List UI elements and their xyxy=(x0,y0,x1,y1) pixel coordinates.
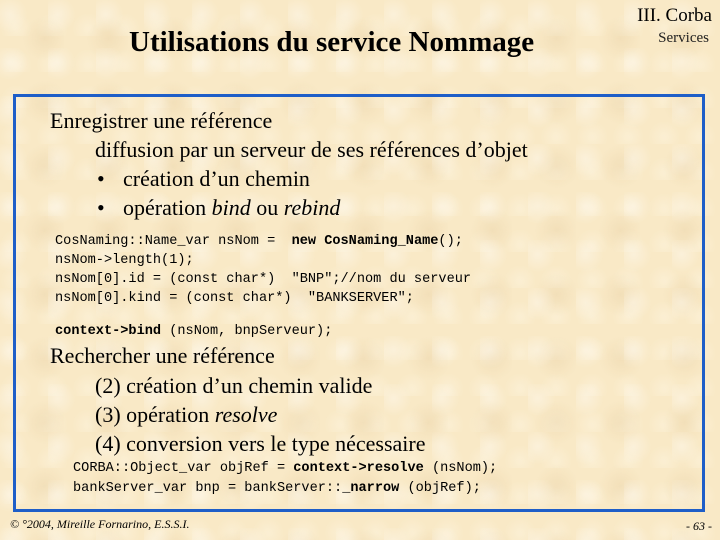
bullet-icon: • xyxy=(97,166,105,191)
code-plain: CosNaming::Name_var nsNom = xyxy=(55,234,292,249)
footer-copyright: © °2004, Mireille Fornarino, E.S.S.I. xyxy=(10,517,190,531)
code-bold: context->resolve xyxy=(293,461,424,476)
register-description: diffusion par un serveur de ses référenc… xyxy=(95,137,528,162)
lookup-step: (2) création d’un chemin valide xyxy=(95,373,373,398)
code-tail: (); xyxy=(438,234,463,249)
section-label: III. Corba Services xyxy=(637,4,712,48)
code-plain: CORBA::Object_var objRef = xyxy=(73,461,294,476)
slide-title: Utilisations du service Nommage xyxy=(129,26,535,58)
lookup-code-line: CORBA::Object_var objRef = context->reso… xyxy=(73,459,497,478)
code-bold: bind xyxy=(128,324,162,339)
code-bold: context-> xyxy=(55,324,129,339)
code-tail: (objRef); xyxy=(399,481,481,496)
code-tail: (nsNom, bnpServeur); xyxy=(161,324,333,339)
register-code-line: CosNaming::Name_var nsNom = new CosNamin… xyxy=(55,232,463,251)
bullet-text: création d’un chemin xyxy=(123,166,310,191)
register-bullet-2: • opération bind ou rebind xyxy=(97,193,340,222)
code-plain: bankServer_var bnp = bankServer:: xyxy=(73,481,343,496)
bullet-text-middle: ou xyxy=(250,195,284,220)
bind-term: bind xyxy=(211,195,251,220)
code-bold: _narrow xyxy=(342,481,400,496)
register-bullet-1: • création d’un chemin xyxy=(97,164,310,193)
bind-call-line: context->bind (nsNom, bnpServeur); xyxy=(55,322,332,341)
lookup-step: (4) conversion vers le type nécessaire xyxy=(95,431,426,456)
register-heading: Enregistrer une référence xyxy=(50,108,273,133)
code-bold: new CosNaming_Name xyxy=(291,234,439,249)
step-text: (3) opération xyxy=(95,402,215,427)
section-main: III. Corba xyxy=(637,5,712,26)
lookup-code-line: bankServer_var bnp = bankServer::_narrow… xyxy=(73,479,481,498)
rebind-term: rebind xyxy=(283,195,341,220)
resolve-term: resolve xyxy=(214,402,278,427)
lookup-step: (3) opération resolve xyxy=(95,400,277,429)
register-code-line: nsNom->length(1); xyxy=(55,253,194,268)
section-sub: Services xyxy=(658,30,709,46)
bullet-text: opération xyxy=(123,195,212,220)
lookup-heading: Rechercher une référence xyxy=(50,343,275,368)
page-number: - 63 - xyxy=(686,519,712,533)
register-code-line: nsNom[0].kind = (const char*) "BANKSERVE… xyxy=(55,291,414,306)
register-code-line: nsNom[0].id = (const char*) "BNP";//nom … xyxy=(55,272,472,287)
bullet-icon: • xyxy=(97,195,105,220)
code-tail: (nsNom); xyxy=(423,461,498,476)
